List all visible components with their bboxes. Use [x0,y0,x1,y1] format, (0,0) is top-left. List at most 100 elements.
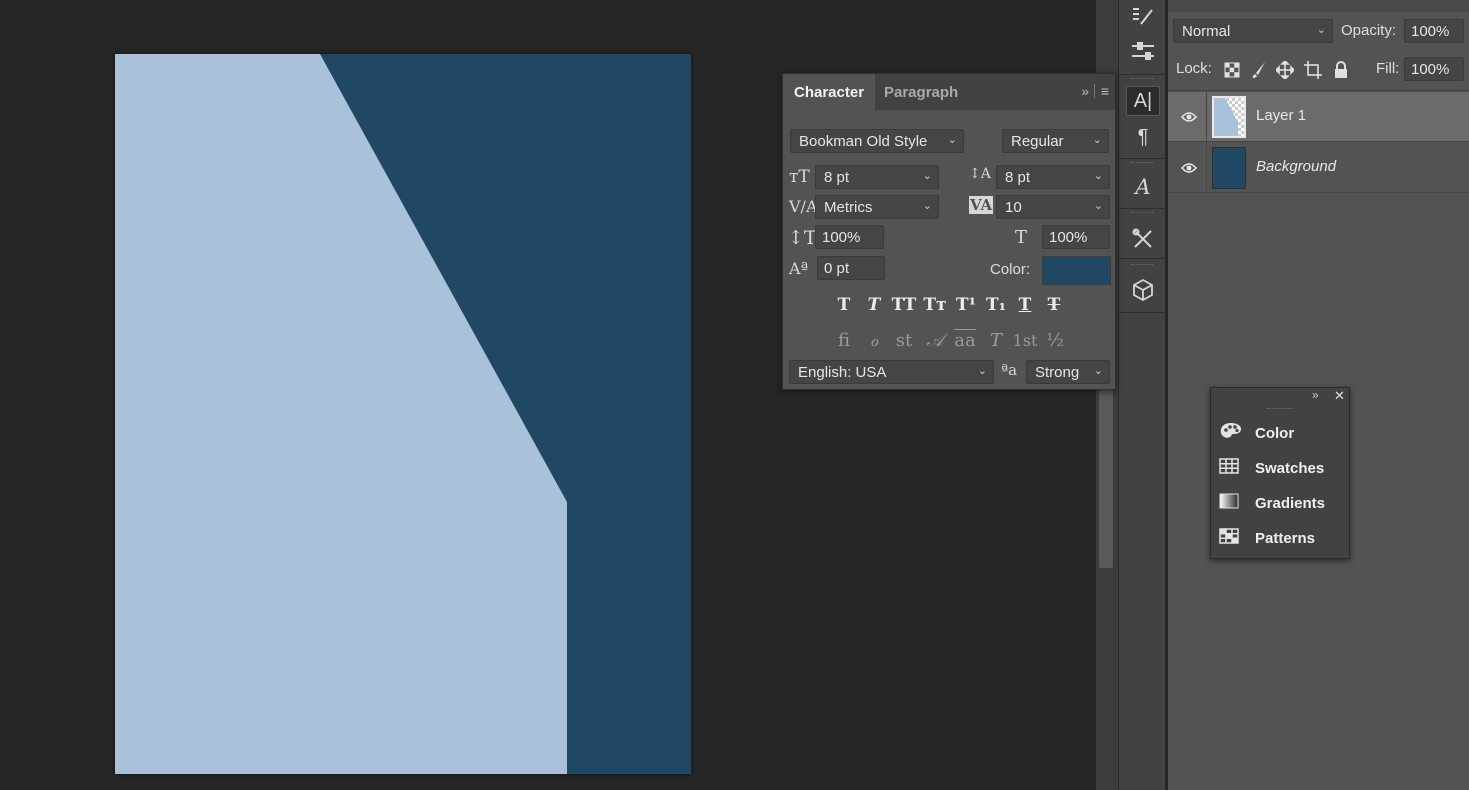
tab-character[interactable]: Character [783,74,876,110]
panel-item-label: Patterns [1255,529,1316,547]
font-style-select[interactable]: Regular ⌄ [1002,129,1109,153]
panel-item-label: Gradients [1255,494,1326,512]
panel-dock: A| ¶ A [1118,0,1166,790]
horizontal-scale-field[interactable]: 100% [1042,225,1110,249]
opacity-label: Opacity: [1341,22,1397,39]
floating-panel-header[interactable]: » ✕ [1211,388,1349,404]
fractions-button[interactable]: ½ [1042,327,1068,353]
panel-item-color[interactable]: Color [1219,420,1343,446]
panel-item-patterns[interactable]: Patterns [1219,525,1343,551]
old-style-button[interactable]: ℴ [861,327,887,353]
stylistic-alternates-button[interactable]: aa [952,327,978,353]
dock-grip[interactable] [1131,78,1153,81]
lock-position-icon[interactable] [1275,60,1295,80]
visibility-eye-icon[interactable] [1180,159,1198,177]
adjust-icon[interactable] [1126,36,1160,66]
panel-item-swatches[interactable]: Swatches [1219,455,1343,481]
visibility-eye-icon[interactable] [1180,108,1198,126]
lock-image-pixels-icon[interactable] [1249,60,1269,80]
small-caps-button[interactable]: Tт [922,292,948,318]
kerning-icon: V/A [789,197,818,216]
dock-grip[interactable] [1131,212,1153,215]
panel-grip[interactable] [1267,408,1293,411]
dock-grip[interactable] [1131,162,1153,165]
panel-item-label: Swatches [1255,459,1325,477]
layer-thumbnail[interactable] [1212,96,1246,138]
lock-transparent-pixels-icon[interactable] [1222,60,1242,80]
swash-button[interactable]: 𝒜 [922,327,948,353]
fill-label: Fill: [1376,60,1400,77]
vertical-scale-field[interactable]: 100% [815,225,884,249]
font-size-value: 8 pt [824,168,850,186]
faux-bold-button[interactable]: T [831,292,857,318]
layer-name[interactable]: Background [1256,158,1336,175]
chevron-down-icon: ⌄ [1093,170,1103,182]
layer-divider [1206,143,1207,193]
font-family-value: Bookman Old Style [799,132,928,150]
panel-menu-icon[interactable]: ≡ [1101,83,1109,99]
close-icon[interactable]: ✕ [1334,388,1345,404]
font-family-select[interactable]: Bookman Old Style ⌄ [790,129,964,153]
superscript-button[interactable]: T¹ [953,292,979,318]
leading-select[interactable]: 8 pt ⌄ [996,165,1110,189]
character-icon[interactable]: A| [1126,86,1160,116]
kerning-select[interactable]: Metrics ⌄ [815,195,939,219]
panel-item-gradients[interactable]: Gradients [1219,490,1343,516]
all-caps-button[interactable]: TT [891,292,917,318]
language-select[interactable]: English: USA ⌄ [789,360,994,384]
glyphs-icon[interactable]: A [1126,172,1160,202]
horizontal-scale-icon: T [1015,227,1028,248]
layer-name[interactable]: Layer 1 [1256,107,1306,124]
baseline-shift-icon: Aª [789,259,809,278]
paragraph-icon[interactable]: ¶ [1126,122,1160,152]
dock-separator [1119,312,1165,313]
dock-separator [1119,74,1165,75]
layer-thumbnail[interactable] [1212,147,1246,189]
3d-icon[interactable] [1126,275,1160,305]
underline-button[interactable]: T [1012,292,1038,318]
baseline-shift-field[interactable]: 0 pt [817,256,885,280]
ligatures-button[interactable]: ﬁ [831,327,857,353]
tracking-select[interactable]: 10 ⌄ [996,195,1110,219]
collapse-panel-icon[interactable]: » [1081,83,1089,99]
tab-paragraph[interactable]: Paragraph [873,74,969,110]
layer-divider [1206,92,1207,142]
document-canvas[interactable] [115,54,691,774]
color-label: Color: [990,261,1031,278]
vertical-scale-icon: ↕T [788,227,817,249]
faux-italic-button[interactable]: T [861,292,887,318]
strikethrough-button[interactable]: T [1041,292,1067,318]
chevron-down-icon: ⌄ [977,365,987,377]
blend-mode-select[interactable]: Normal ⌄ [1173,19,1333,43]
font-size-select[interactable]: 8 pt ⌄ [815,165,939,189]
kerning-value: Metrics [824,198,873,216]
patterns-icon [1219,527,1245,549]
chevron-down-icon: ⌄ [1093,365,1103,377]
scrollbar-thumb[interactable] [1099,390,1113,568]
tab-divider [1094,84,1095,98]
fill-field[interactable]: 100% [1404,57,1464,81]
tools-icon[interactable] [1126,224,1160,254]
chevron-down-icon: ⌄ [947,134,957,146]
brush-settings-icon[interactable] [1126,2,1160,32]
chevron-down-icon: ⌄ [1316,24,1326,36]
text-color-swatch[interactable] [1042,256,1111,285]
discretionary-ligatures-button[interactable]: st [891,327,917,353]
chevron-down-icon: ⌄ [1093,200,1103,212]
antialias-select[interactable]: Strong ⌄ [1026,360,1110,384]
character-panel-tabs: Character Paragraph » ≡ [783,74,1115,110]
layer-row-background[interactable]: Background [1168,143,1469,193]
titling-alternates-button[interactable]: T [983,327,1009,353]
chevron-down-icon: ⌄ [1092,134,1102,146]
tracking-icon: VA [969,196,994,214]
ordinals-button[interactable]: 1st [1012,327,1038,353]
lock-all-icon[interactable] [1331,60,1351,80]
expand-panels-icon[interactable]: » [1312,388,1319,402]
dock-grip[interactable] [1131,264,1153,267]
floating-panel-group: » ✕ Color Swatches Gradients Patterns [1210,387,1350,559]
lock-artboard-icon[interactable] [1303,60,1323,80]
layer-row-layer-1[interactable]: Layer 1 [1168,92,1469,142]
language-value: English: USA [798,363,887,381]
opacity-field[interactable]: 100% [1404,19,1464,43]
subscript-button[interactable]: T₁ [983,292,1009,318]
